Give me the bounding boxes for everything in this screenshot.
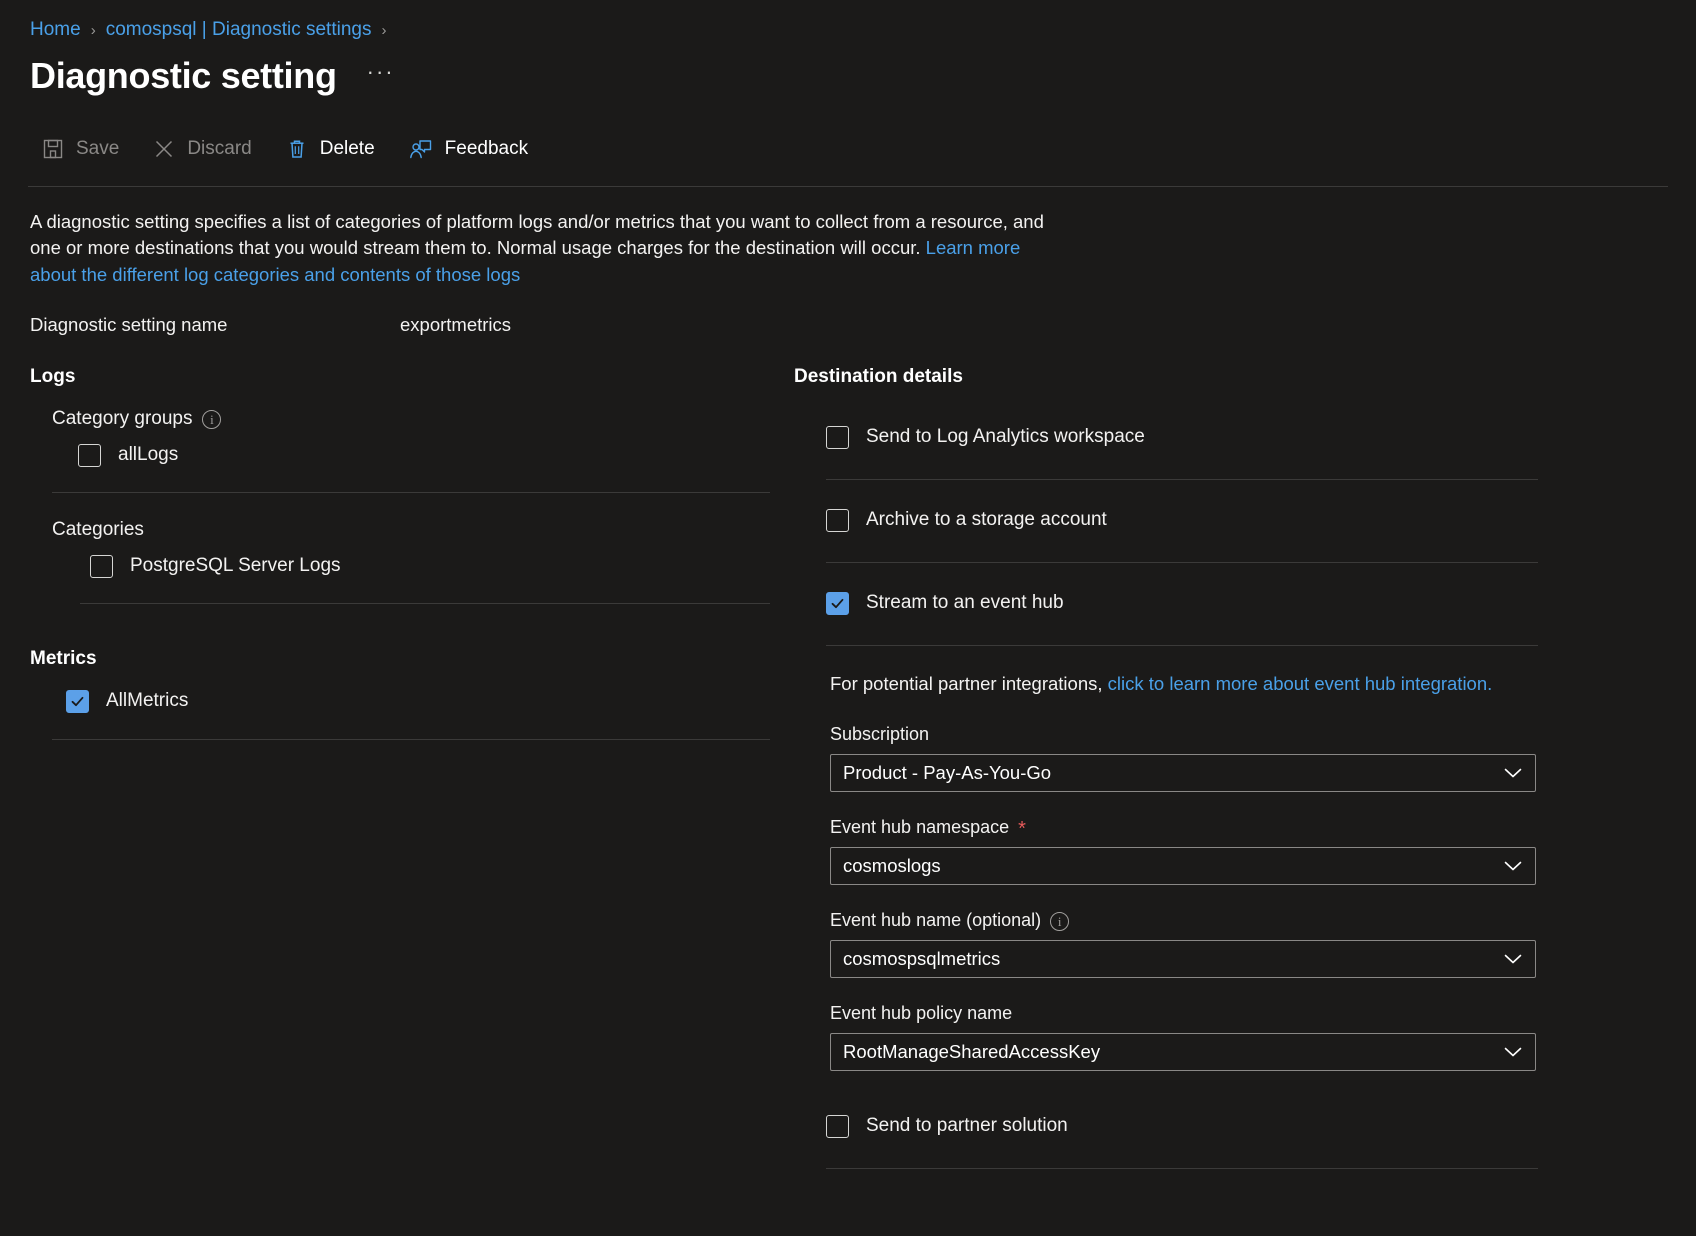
divider-storage-account [826, 561, 1538, 563]
destination-details-column: Destination details Send to Log Analytic… [790, 366, 1696, 1169]
checkbox-all-logs[interactable]: allLogs [78, 443, 790, 467]
breadcrumb-item-home[interactable]: Home [30, 19, 81, 41]
setting-name-row: Diagnostic setting name exportmetrics [0, 288, 1696, 336]
breadcrumb-separator-icon-2: › [381, 21, 387, 39]
destination-details-heading: Destination details [794, 365, 963, 387]
partner-integration-note: For potential partner integrations, clic… [830, 673, 1696, 695]
checkbox-box-event-hub[interactable] [826, 591, 849, 615]
save-button[interactable]: Save [42, 138, 119, 160]
checkbox-box-log-analytics[interactable] [826, 425, 849, 449]
logs-metrics-column: Logs Category groups i allLogs Categorie… [0, 366, 790, 1169]
breadcrumb-item-diagnostic-settings[interactable]: comospsql | Diagnostic settings [106, 19, 372, 41]
delete-button[interactable]: Delete [286, 138, 375, 160]
checkbox-label-storage-account: Archive to a storage account [866, 509, 1107, 531]
page-title: Diagnostic setting [30, 55, 337, 97]
namespace-value: cosmoslogs [843, 854, 941, 876]
title-row: Diagnostic setting ··· [0, 44, 1696, 100]
category-groups-heading: Category groups i [52, 408, 790, 430]
partner-note-prefix: For potential partner integrations, [830, 672, 1108, 694]
checkbox-postgresql-server-logs[interactable]: PostgreSQL Server Logs [90, 554, 790, 578]
chevron-down-icon [1503, 855, 1523, 877]
namespace-label-row: Event hub namespace * [830, 816, 1696, 841]
policy-name-label: Event hub policy name [830, 1002, 1013, 1023]
checkbox-storage-account[interactable]: Archive to a storage account [826, 508, 1696, 532]
discard-label: Discard [187, 138, 252, 159]
chevron-down-icon [1503, 948, 1523, 970]
chevron-down-icon [1503, 1041, 1523, 1063]
setting-name-value: exportmetrics [400, 313, 512, 335]
divider-category-groups [52, 491, 770, 493]
checkbox-box-all-logs[interactable] [78, 443, 101, 467]
save-label: Save [76, 138, 120, 159]
field-event-hub-name: Event hub name (optional) i cosmospsqlme… [830, 910, 1696, 978]
divider-log-analytics [826, 478, 1538, 480]
checkbox-label-postgresql-server-logs: PostgreSQL Server Logs [130, 555, 341, 577]
breadcrumb-separator-icon: › [90, 21, 96, 39]
info-icon[interactable]: i [1050, 911, 1070, 931]
hub-name-label: Event hub name (optional) [830, 909, 1042, 930]
divider-event-hub [826, 644, 1538, 646]
checkbox-label-log-analytics: Send to Log Analytics workspace [866, 426, 1145, 448]
categories-heading: Categories [52, 519, 790, 541]
feedback-icon [409, 138, 433, 160]
checkbox-partner-solution[interactable]: Send to partner solution [826, 1114, 1696, 1138]
setting-name-label: Diagnostic setting name [30, 313, 228, 335]
divider-partner-solution [826, 1167, 1538, 1169]
checkbox-label-event-hub: Stream to an event hub [866, 592, 1064, 614]
checkbox-event-hub[interactable]: Stream to an event hub [826, 591, 1696, 615]
required-marker-icon: * [1018, 818, 1026, 841]
breadcrumb: Home › comospsql | Diagnostic settings › [0, 0, 1696, 44]
close-icon [153, 138, 175, 160]
chevron-down-icon [1503, 762, 1523, 784]
hub-name-value: cosmospsqlmetrics [843, 947, 1001, 969]
policy-name-label-row: Event hub policy name [830, 1003, 1696, 1024]
metrics-section-heading: Metrics [30, 647, 97, 669]
divider-categories [80, 602, 770, 604]
hub-name-label-row: Event hub name (optional) i [830, 910, 1696, 931]
discard-button[interactable]: Discard [153, 138, 252, 160]
description-body: A diagnostic setting specifies a list of… [30, 211, 1044, 259]
policy-name-value: RootManageSharedAccessKey [843, 1040, 1101, 1062]
categories-label: Categories [52, 518, 144, 540]
subscription-value: Product - Pay-As-You-Go [843, 761, 1052, 783]
checkbox-box-postgresql-server-logs[interactable] [90, 554, 113, 578]
checkbox-box-storage-account[interactable] [826, 508, 849, 532]
checkbox-label-partner-solution: Send to partner solution [866, 1115, 1068, 1137]
feedback-button[interactable]: Feedback [409, 138, 528, 160]
checkbox-box-all-metrics[interactable] [66, 689, 89, 713]
field-event-hub-policy-name: Event hub policy name RootManageSharedAc… [830, 1003, 1696, 1071]
trash-icon [286, 138, 308, 160]
checkbox-label-all-metrics: AllMetrics [106, 690, 189, 712]
category-groups-label: Category groups [52, 407, 193, 429]
more-options-button[interactable]: ··· [367, 59, 395, 85]
field-event-hub-namespace: Event hub namespace * cosmoslogs [830, 817, 1696, 885]
command-bar: Save Discard Delete Feedback [0, 118, 1696, 180]
subscription-label: Subscription [830, 723, 930, 744]
delete-label: Delete [319, 138, 375, 159]
event-hub-integration-link[interactable]: click to learn more about event hub inte… [1108, 673, 1493, 694]
event-hub-name-select[interactable]: cosmospsqlmetrics [830, 939, 1536, 978]
diagnostic-setting-page: Home › comospsql | Diagnostic settings ›… [0, 0, 1696, 1236]
subscription-label-row: Subscription [830, 724, 1696, 745]
save-icon [42, 138, 64, 160]
checkbox-all-metrics[interactable]: AllMetrics [66, 689, 790, 713]
checkbox-box-partner-solution[interactable] [826, 1114, 849, 1138]
subscription-select[interactable]: Product - Pay-As-You-Go [830, 753, 1536, 792]
info-icon[interactable]: i [202, 410, 222, 430]
content-columns: Logs Category groups i allLogs Categorie… [0, 336, 1696, 1169]
field-subscription: Subscription Product - Pay-As-You-Go [830, 724, 1696, 792]
event-hub-policy-name-select[interactable]: RootManageSharedAccessKey [830, 1032, 1536, 1071]
feedback-label: Feedback [444, 138, 529, 159]
checkbox-log-analytics[interactable]: Send to Log Analytics workspace [826, 425, 1696, 449]
divider-metrics [52, 738, 770, 740]
checkbox-label-all-logs: allLogs [118, 444, 179, 466]
logs-section-heading: Logs [30, 365, 76, 387]
description-text: A diagnostic setting specifies a list of… [0, 187, 1100, 288]
event-hub-namespace-select[interactable]: cosmoslogs [830, 846, 1536, 885]
namespace-label: Event hub namespace [830, 816, 1010, 837]
